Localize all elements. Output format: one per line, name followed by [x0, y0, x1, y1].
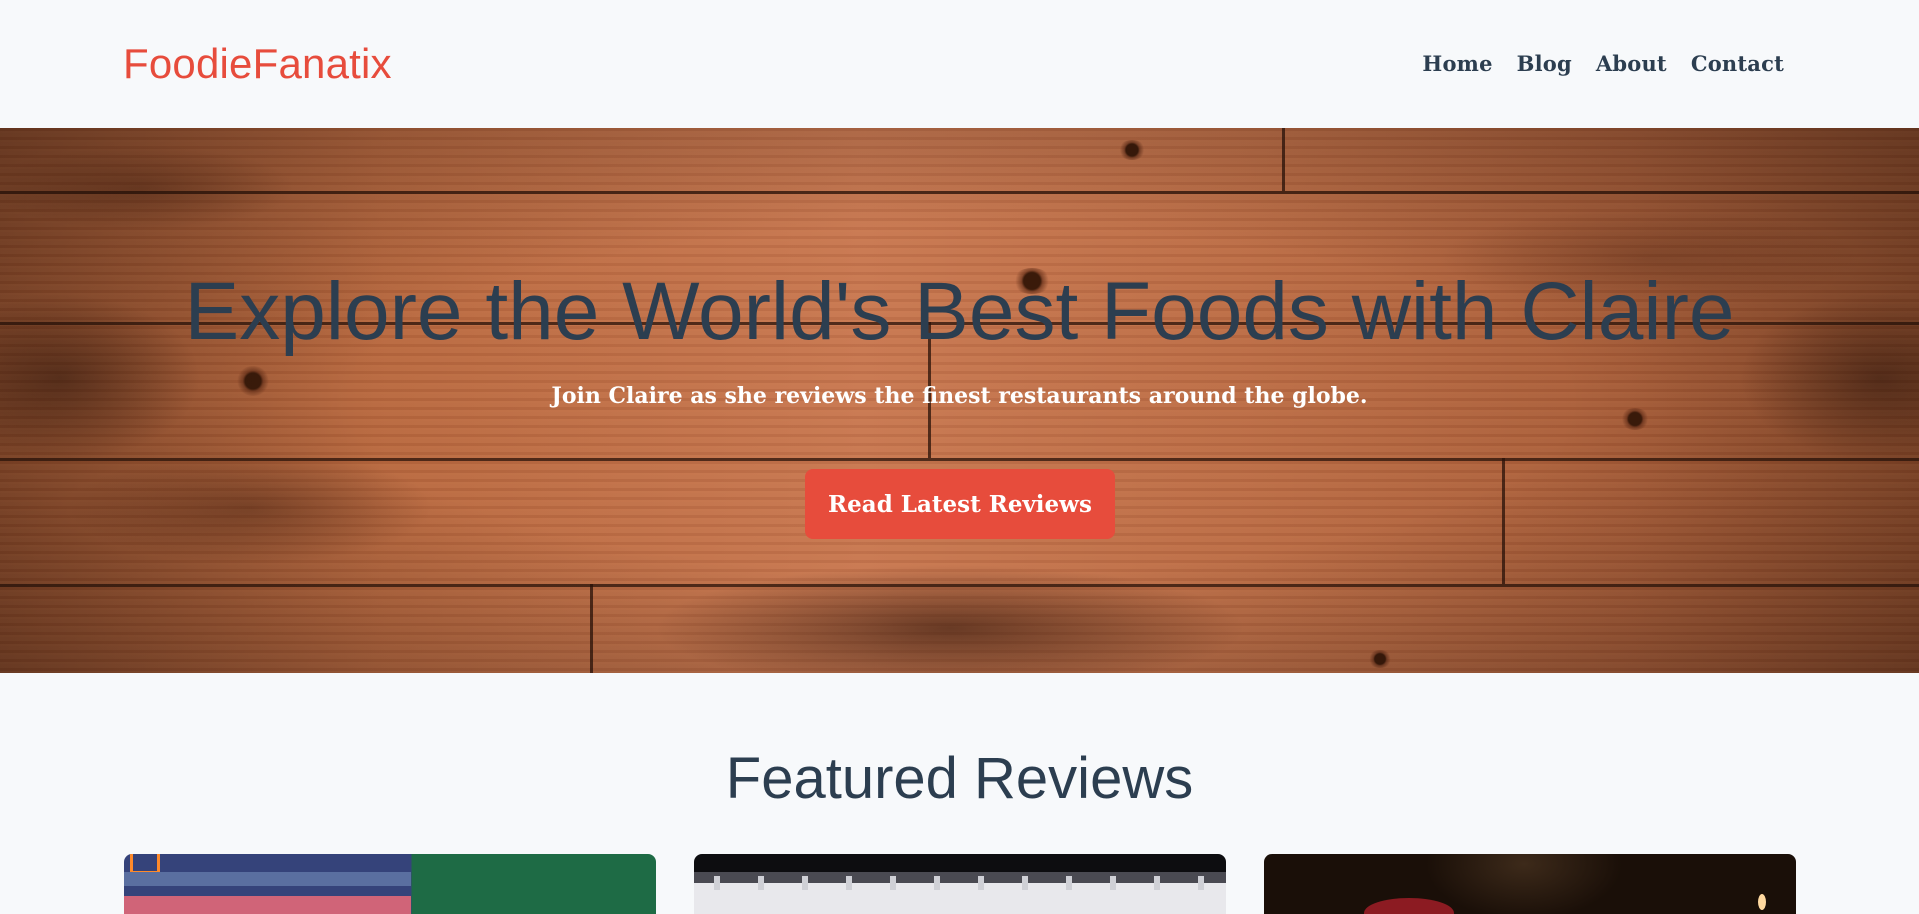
hero-title: Explore the World's Best Foods with Clai…: [184, 266, 1735, 357]
main-nav: Home Blog About Contact: [1422, 51, 1784, 76]
nav-link-home[interactable]: Home: [1422, 51, 1492, 76]
featured-reviews-title: Featured Reviews: [725, 746, 1194, 811]
nav-link-blog[interactable]: Blog: [1517, 51, 1572, 76]
hero-subtitle: Join Claire as she reviews the finest re…: [551, 383, 1368, 409]
review-card-image[interactable]: [694, 854, 1226, 914]
review-card-image[interactable]: [1264, 854, 1796, 914]
diner-detail: [1364, 898, 1454, 914]
nav-link-contact[interactable]: Contact: [1691, 51, 1784, 76]
neon-sign-detail: [130, 854, 160, 874]
read-latest-reviews-button[interactable]: Read Latest Reviews: [805, 469, 1115, 539]
awning-stripe: [124, 872, 412, 886]
hero-section: Explore the World's Best Foods with Clai…: [0, 128, 1919, 673]
brand-logo[interactable]: FoodieFanatix: [123, 40, 392, 88]
curtain-rings-detail: [714, 876, 1206, 890]
storefront-detail: [124, 896, 412, 914]
review-card-image[interactable]: [124, 854, 656, 914]
nav-link-about[interactable]: About: [1596, 51, 1667, 76]
site-header: FoodieFanatix Home Blog About Contact: [0, 0, 1919, 128]
